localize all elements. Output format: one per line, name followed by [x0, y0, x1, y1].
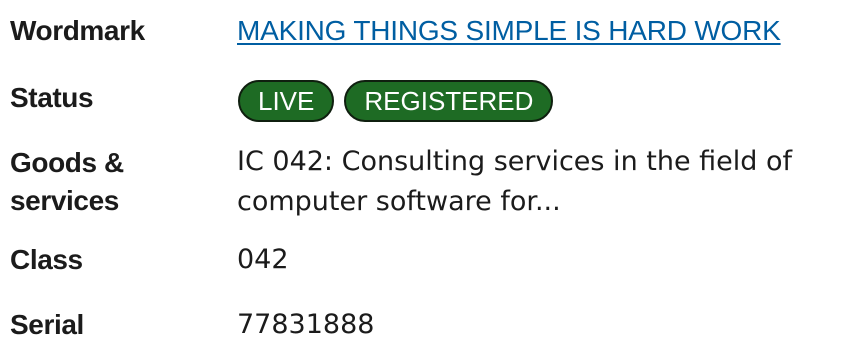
class-label: Class	[10, 244, 83, 275]
wordmark-value: MAKING THINGS SIMPLE IS HARD WORK	[237, 14, 857, 49]
serial-value: 77831888	[237, 309, 375, 337]
trademark-record: Wordmark MAKING THINGS SIMPLE IS HARD WO…	[0, 0, 865, 337]
serial-label: Serial	[10, 309, 84, 337]
goods-services-label: Goods & services	[10, 144, 210, 220]
goods-services-label-line1: Goods &	[10, 147, 124, 178]
wordmark-link[interactable]: MAKING THINGS SIMPLE IS HARD WORK	[237, 15, 781, 46]
status-badge-registered: REGISTERED	[344, 80, 554, 122]
wordmark-label: Wordmark	[10, 15, 145, 46]
goods-services-value: IC 042: Consulting services in the field…	[237, 146, 793, 217]
class-value: 042	[237, 244, 289, 275]
status-badges: LIVE REGISTERED	[238, 80, 858, 122]
status-badge-live: LIVE	[238, 80, 335, 122]
status-label: Status	[10, 82, 94, 113]
goods-services-label-line2: services	[10, 185, 119, 216]
